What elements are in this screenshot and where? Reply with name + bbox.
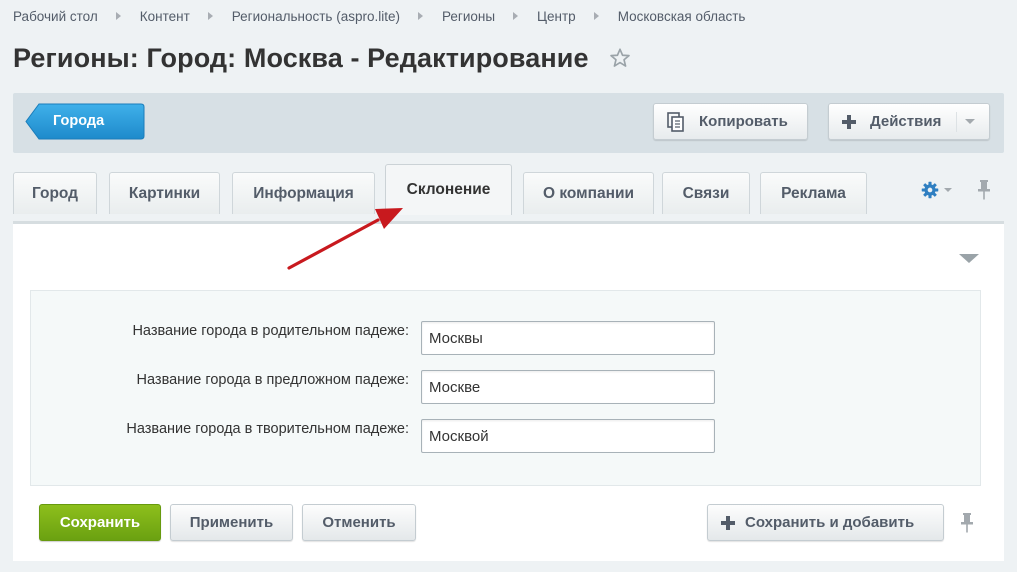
instrumental-label: Название города в творительном падеже: bbox=[126, 421, 409, 437]
chevron-down-icon bbox=[944, 188, 952, 192]
plus-icon bbox=[842, 114, 856, 129]
copy-button-label: Копировать bbox=[699, 113, 788, 130]
page-title: Регионы: Город: Москва - Редактирование bbox=[13, 42, 589, 73]
form-row-prepositional: Название города в предложном падеже: bbox=[31, 370, 980, 404]
actions-button-label: Действия bbox=[870, 113, 942, 130]
apply-button[interactable]: Применить bbox=[170, 504, 293, 541]
collapse-triangle-icon[interactable] bbox=[959, 254, 979, 263]
breadcrumb-item-moscow-oblast[interactable]: Московская область bbox=[618, 9, 746, 24]
pin-icon[interactable] bbox=[959, 512, 975, 534]
save-and-add-label: Сохранить и добавить bbox=[745, 514, 915, 531]
star-icon[interactable] bbox=[609, 47, 631, 69]
toolbar: Города Копировать Действия bbox=[13, 93, 1004, 153]
genitive-label: Название города в родительном падеже: bbox=[132, 323, 409, 339]
prepositional-label: Название города в предложном падеже: bbox=[136, 372, 409, 388]
breadcrumb-separator-icon bbox=[207, 12, 213, 20]
back-button-label: Города bbox=[53, 113, 105, 129]
breadcrumb: Рабочий стол Контент Региональность (asp… bbox=[13, 7, 745, 25]
instrumental-input[interactable] bbox=[421, 419, 715, 453]
tab-settings-button[interactable] bbox=[921, 179, 961, 201]
breadcrumb-item-center[interactable]: Центр bbox=[537, 9, 576, 24]
copy-button[interactable]: Копировать bbox=[653, 103, 808, 140]
breadcrumb-separator-icon bbox=[593, 12, 599, 20]
breadcrumb-separator-icon bbox=[417, 12, 423, 20]
tab-city[interactable]: Город bbox=[13, 172, 97, 214]
tab-about-company[interactable]: О компании bbox=[523, 172, 654, 214]
copy-icon bbox=[667, 111, 684, 132]
breadcrumb-separator-icon bbox=[513, 12, 519, 20]
cancel-button[interactable]: Отменить bbox=[302, 504, 416, 541]
actions-button[interactable]: Действия bbox=[828, 103, 990, 140]
breadcrumb-item-regionality[interactable]: Региональность (aspro.lite) bbox=[232, 9, 400, 24]
breadcrumb-item-desktop[interactable]: Рабочий стол bbox=[13, 9, 98, 24]
breadcrumb-separator-icon bbox=[115, 12, 121, 20]
chevron-down-icon bbox=[965, 119, 975, 124]
content-panel: Название города в родительном падеже: На… bbox=[13, 221, 1004, 561]
title-row: Регионы: Город: Москва - Редактирование bbox=[13, 40, 631, 76]
save-button[interactable]: Сохранить bbox=[39, 504, 161, 541]
prepositional-input[interactable] bbox=[421, 370, 715, 404]
tab-links[interactable]: Связи bbox=[662, 172, 750, 214]
tab-images[interactable]: Картинки bbox=[109, 172, 220, 214]
annotation-arrow-icon bbox=[287, 208, 403, 270]
declension-form: Название города в родительном падеже: На… bbox=[30, 290, 981, 486]
form-row-genitive: Название города в родительном падеже: bbox=[31, 321, 980, 355]
back-to-cities-button[interactable]: Города bbox=[25, 103, 145, 140]
save-and-add-button[interactable]: Сохранить и добавить bbox=[707, 504, 944, 541]
plus-icon bbox=[721, 515, 735, 530]
gear-icon bbox=[921, 181, 939, 199]
form-row-instrumental: Название города в творительном падеже: bbox=[31, 419, 980, 453]
genitive-input[interactable] bbox=[421, 321, 715, 355]
dropdown-separator bbox=[956, 112, 957, 132]
breadcrumb-item-regions[interactable]: Регионы bbox=[442, 9, 495, 24]
tab-ads[interactable]: Реклама bbox=[760, 172, 867, 214]
breadcrumb-item-content[interactable]: Контент bbox=[140, 9, 190, 24]
pin-icon[interactable] bbox=[976, 179, 992, 201]
